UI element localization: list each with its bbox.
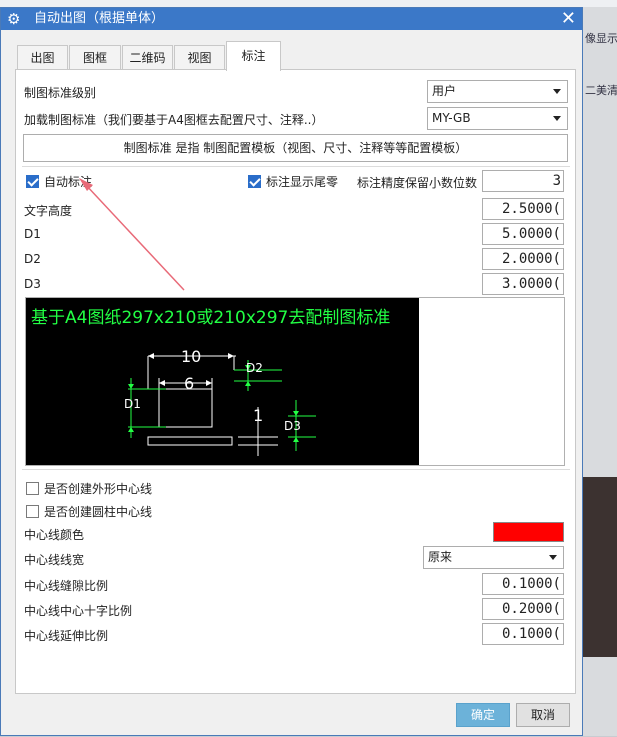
centerline-width-select[interactable]: 原来 (423, 546, 564, 569)
centerline-extend-label: 中心线延伸比例 (24, 629, 109, 643)
text-height-input[interactable]: 2.5000( (482, 198, 564, 220)
precision-input[interactable]: 3 (482, 170, 564, 192)
load-standard-value: MY-GB (432, 111, 471, 125)
divider (22, 166, 570, 167)
checkbox-checked-icon (248, 175, 261, 188)
background-3d-view (583, 477, 617, 657)
d3-input[interactable]: 3.0000( (482, 273, 564, 295)
trailing-zero-label: 标注显示尾零 (266, 175, 339, 189)
tab-frame[interactable]: 图框 (69, 45, 121, 70)
background-app-panel: 像显示 二美清 (583, 7, 617, 736)
load-standard-label: 加载制图标准（我们要基于A4图框去配置尺寸、注释..） (24, 113, 324, 127)
tab-annotation[interactable]: 标注 (226, 41, 281, 71)
part-upper-block (158, 388, 213, 428)
close-icon[interactable]: ✕ (561, 8, 576, 30)
standard-template-button[interactable]: 制图标准 是指 制图配置模板（视图、尺寸、注释等等配置模板） (23, 134, 568, 162)
centerline-extend-input[interactable]: 0.1000( (482, 623, 564, 645)
standard-level-select[interactable]: 用户 (427, 80, 568, 103)
d2-input[interactable]: 2.0000( (482, 248, 564, 270)
load-standard-select[interactable]: MY-GB (427, 107, 568, 130)
dimension-arrow (245, 381, 251, 386)
dimension-arrow (148, 353, 154, 359)
centerline-gap-input[interactable]: 0.1000( (482, 573, 564, 595)
gear-icon: ⚙ (7, 10, 21, 28)
background-app-strip (0, 0, 617, 7)
dialog-title: 自动出图（根据单体） (34, 11, 165, 26)
precision-label: 标注精度保留小数位数 (357, 176, 478, 190)
dimension-arrow (159, 380, 165, 386)
dimension-arrow (128, 384, 134, 389)
dim-label-6: 6 (184, 374, 194, 393)
d2-label: D2 (24, 252, 41, 266)
tag-d1: D1 (124, 397, 141, 411)
d1-input[interactable]: 5.0000( (482, 223, 564, 245)
auto-drawing-dialog: ⚙ 自动出图（根据单体） ✕ 出图 图框 二维码 视图 标注 制图标准级别 用户… (0, 7, 583, 736)
dimension-diagram: 10 6 1 D1 D2 D3 (124, 347, 316, 456)
dimension-arrow (293, 411, 299, 416)
background-text: 二美清 (585, 84, 617, 97)
tab-view[interactable]: 视图 (174, 45, 225, 70)
divider (22, 469, 570, 470)
chevron-down-icon (553, 116, 561, 121)
chevron-down-icon (549, 555, 557, 560)
cylinder-centerline-checkbox[interactable]: 是否创建圆柱中心线 (26, 503, 152, 520)
dim-label-1: 1 (253, 406, 263, 425)
tag-d2: D2 (246, 361, 263, 375)
checkbox-checked-icon (26, 175, 39, 188)
d3-label: D3 (24, 277, 41, 291)
checkbox-unchecked-icon (26, 505, 39, 518)
dimension-arrow (228, 353, 234, 359)
preview-frame: 基于A4图纸297x210或210x297去配制图标准 10 6 1 D1 D2… (25, 297, 565, 466)
dimension-arrow (293, 437, 299, 442)
checkbox-unchecked-icon (26, 482, 39, 495)
auto-annotate-checkbox[interactable]: 自动标注 (26, 173, 92, 190)
dialog-titlebar[interactable]: ⚙ 自动出图（根据单体） ✕ (1, 8, 582, 30)
cylinder-centerline-label: 是否创建圆柱中心线 (44, 505, 153, 519)
d1-label: D1 (24, 227, 41, 241)
tag-d3: D3 (284, 419, 301, 433)
centerline-width-label: 中心线线宽 (24, 553, 85, 567)
tab-output[interactable]: 出图 (17, 45, 68, 70)
outline-centerline-checkbox[interactable]: 是否创建外形中心线 (26, 480, 152, 497)
centerline-cross-input[interactable]: 0.2000( (482, 598, 564, 620)
part-base-plate (147, 436, 233, 446)
ok-button[interactable]: 确定 (456, 703, 510, 727)
centerline-color-swatch[interactable] (493, 522, 564, 542)
trailing-zero-checkbox[interactable]: 标注显示尾零 (248, 173, 338, 190)
standard-level-label: 制图标准级别 (24, 86, 97, 100)
auto-annotate-label: 自动标注 (44, 175, 93, 189)
cancel-button[interactable]: 取消 (516, 703, 570, 727)
dim-label-10: 10 (181, 347, 201, 366)
tab-qrcode[interactable]: 二维码 (122, 45, 173, 70)
dimension-preview: 基于A4图纸297x210或210x297去配制图标准 10 6 1 D1 D2… (26, 298, 419, 465)
standard-level-value: 用户 (432, 84, 457, 98)
text-height-label: 文字高度 (24, 204, 73, 218)
dimension-arrow (128, 427, 134, 432)
background-text: 像显示 (585, 32, 617, 45)
centerline-color-label: 中心线颜色 (24, 528, 85, 542)
dimension-arrow (206, 380, 212, 386)
chevron-down-icon (553, 89, 561, 94)
outline-centerline-label: 是否创建外形中心线 (44, 482, 153, 496)
centerline-cross-label: 中心线中心十字比例 (24, 604, 133, 618)
centerline-width-value: 原来 (428, 550, 453, 564)
centerline-gap-label: 中心线缝隙比例 (24, 579, 109, 593)
